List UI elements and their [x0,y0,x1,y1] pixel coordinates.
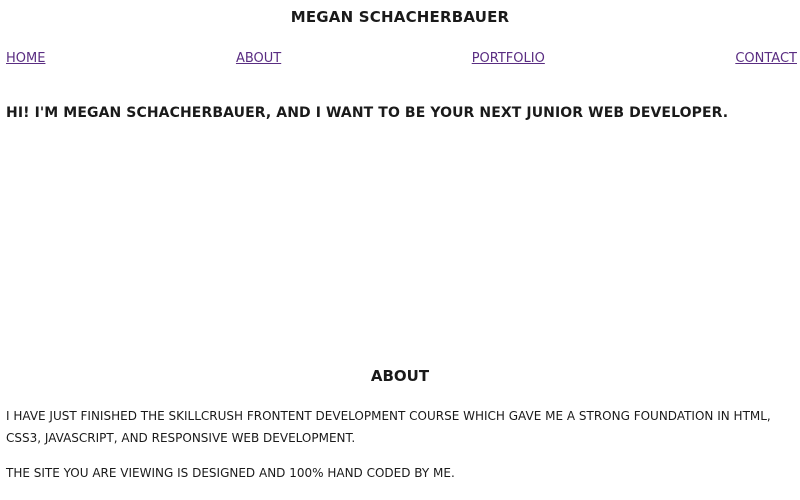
nav-list: HOME ABOUT PORTFOLIO CONTACT [6,47,797,68]
about-paragraph-2: THE SITE YOU ARE VIEWING IS DESIGNED AND… [6,466,455,480]
nav-link-portfolio[interactable]: PORTFOLIO [472,51,545,66]
nav-item-about: ABOUT [236,47,281,68]
about-heading: ABOUT [370,367,430,385]
site-title: MEGAN SCHACHERBAUER [290,8,510,26]
nav-item-home: HOME [6,47,45,68]
nav-item-portfolio: PORTFOLIO [472,47,545,68]
nav-link-contact[interactable]: CONTACT [735,51,797,66]
nav-link-home[interactable]: HOME [6,51,45,66]
hero-headline: HI! I'M MEGAN SCHACHERBAUER, AND I WANT … [6,105,729,121]
about-paragraph-1: I HAVE JUST FINISHED THE SKILLCRUSH FRON… [6,409,771,445]
nav-link-about[interactable]: ABOUT [236,51,281,66]
nav-item-contact: CONTACT [735,47,797,68]
